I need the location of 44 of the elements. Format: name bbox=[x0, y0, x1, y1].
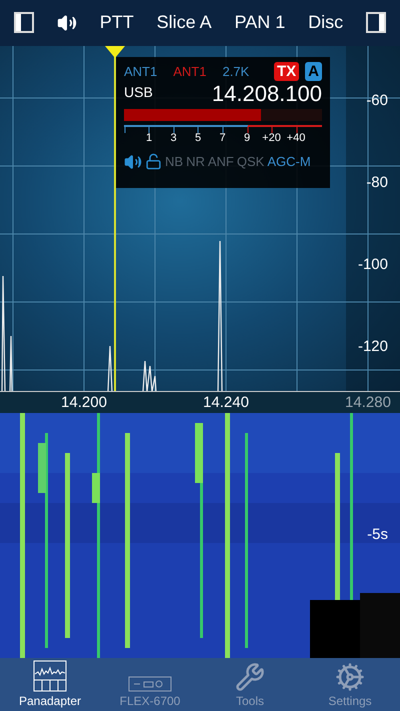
tuning-marker[interactable] bbox=[105, 46, 125, 392]
wrench-icon bbox=[235, 662, 265, 692]
tab[interactable]: Panadapter bbox=[0, 658, 100, 711]
top-bar-button[interactable]: Slice A bbox=[156, 12, 212, 34]
toggle-button[interactable]: ANF bbox=[208, 154, 234, 170]
time-label: -5s bbox=[367, 526, 388, 544]
slice-letter[interactable]: A bbox=[305, 62, 322, 81]
dbm-label: -100 bbox=[358, 256, 388, 273]
tab[interactable]: Tools bbox=[200, 658, 300, 711]
dbm-label: -60 bbox=[366, 92, 388, 109]
unlocked-icon[interactable] bbox=[145, 153, 162, 170]
rx-antenna[interactable]: ANT1 bbox=[124, 64, 158, 79]
frequency-label: 14.200 bbox=[61, 394, 107, 412]
frequency-label: 14.280 bbox=[345, 394, 391, 412]
mode-label[interactable]: USB bbox=[124, 84, 153, 100]
scale-number: +20 bbox=[262, 132, 281, 144]
gear-icon bbox=[335, 662, 365, 692]
toggle-button[interactable]: QSK bbox=[236, 154, 264, 170]
scale-number: 1 bbox=[146, 132, 152, 144]
scale-number: 5 bbox=[194, 132, 202, 144]
tab[interactable]: Settings bbox=[300, 658, 400, 711]
toggle-button[interactable]: NB bbox=[165, 154, 184, 170]
top-bar-button[interactable]: Disc bbox=[308, 12, 344, 34]
right-panel-icon[interactable] bbox=[366, 12, 386, 34]
toggle-button[interactable]: AGC-M bbox=[267, 154, 311, 170]
scale-number: 7 bbox=[219, 132, 226, 144]
scale-number: 9 bbox=[244, 132, 250, 144]
dbm-label: -80 bbox=[366, 174, 388, 191]
dbm-label: -120 bbox=[358, 338, 388, 355]
panadapter-icon bbox=[33, 660, 67, 692]
tx-antenna[interactable]: ANT1 bbox=[173, 64, 206, 79]
toggle-button[interactable]: NR bbox=[186, 154, 205, 170]
tx-badge[interactable]: TX bbox=[274, 62, 300, 81]
frequency-display[interactable]: 14.208.100 bbox=[212, 80, 322, 107]
filter-width[interactable]: 2.7K bbox=[222, 64, 250, 79]
scale-number: 3 bbox=[170, 132, 177, 144]
radio-icon bbox=[128, 676, 172, 692]
tab[interactable]: FLEX-6700 bbox=[100, 658, 200, 711]
speaker-icon[interactable] bbox=[56, 12, 77, 33]
top-bar-button[interactable]: PAN 1 bbox=[234, 12, 286, 34]
scale-number: +40 bbox=[286, 132, 306, 144]
left-panel-icon[interactable] bbox=[14, 12, 34, 34]
top-bar-button[interactable]: PTT bbox=[100, 12, 134, 34]
frequency-label: 14.240 bbox=[203, 394, 249, 412]
